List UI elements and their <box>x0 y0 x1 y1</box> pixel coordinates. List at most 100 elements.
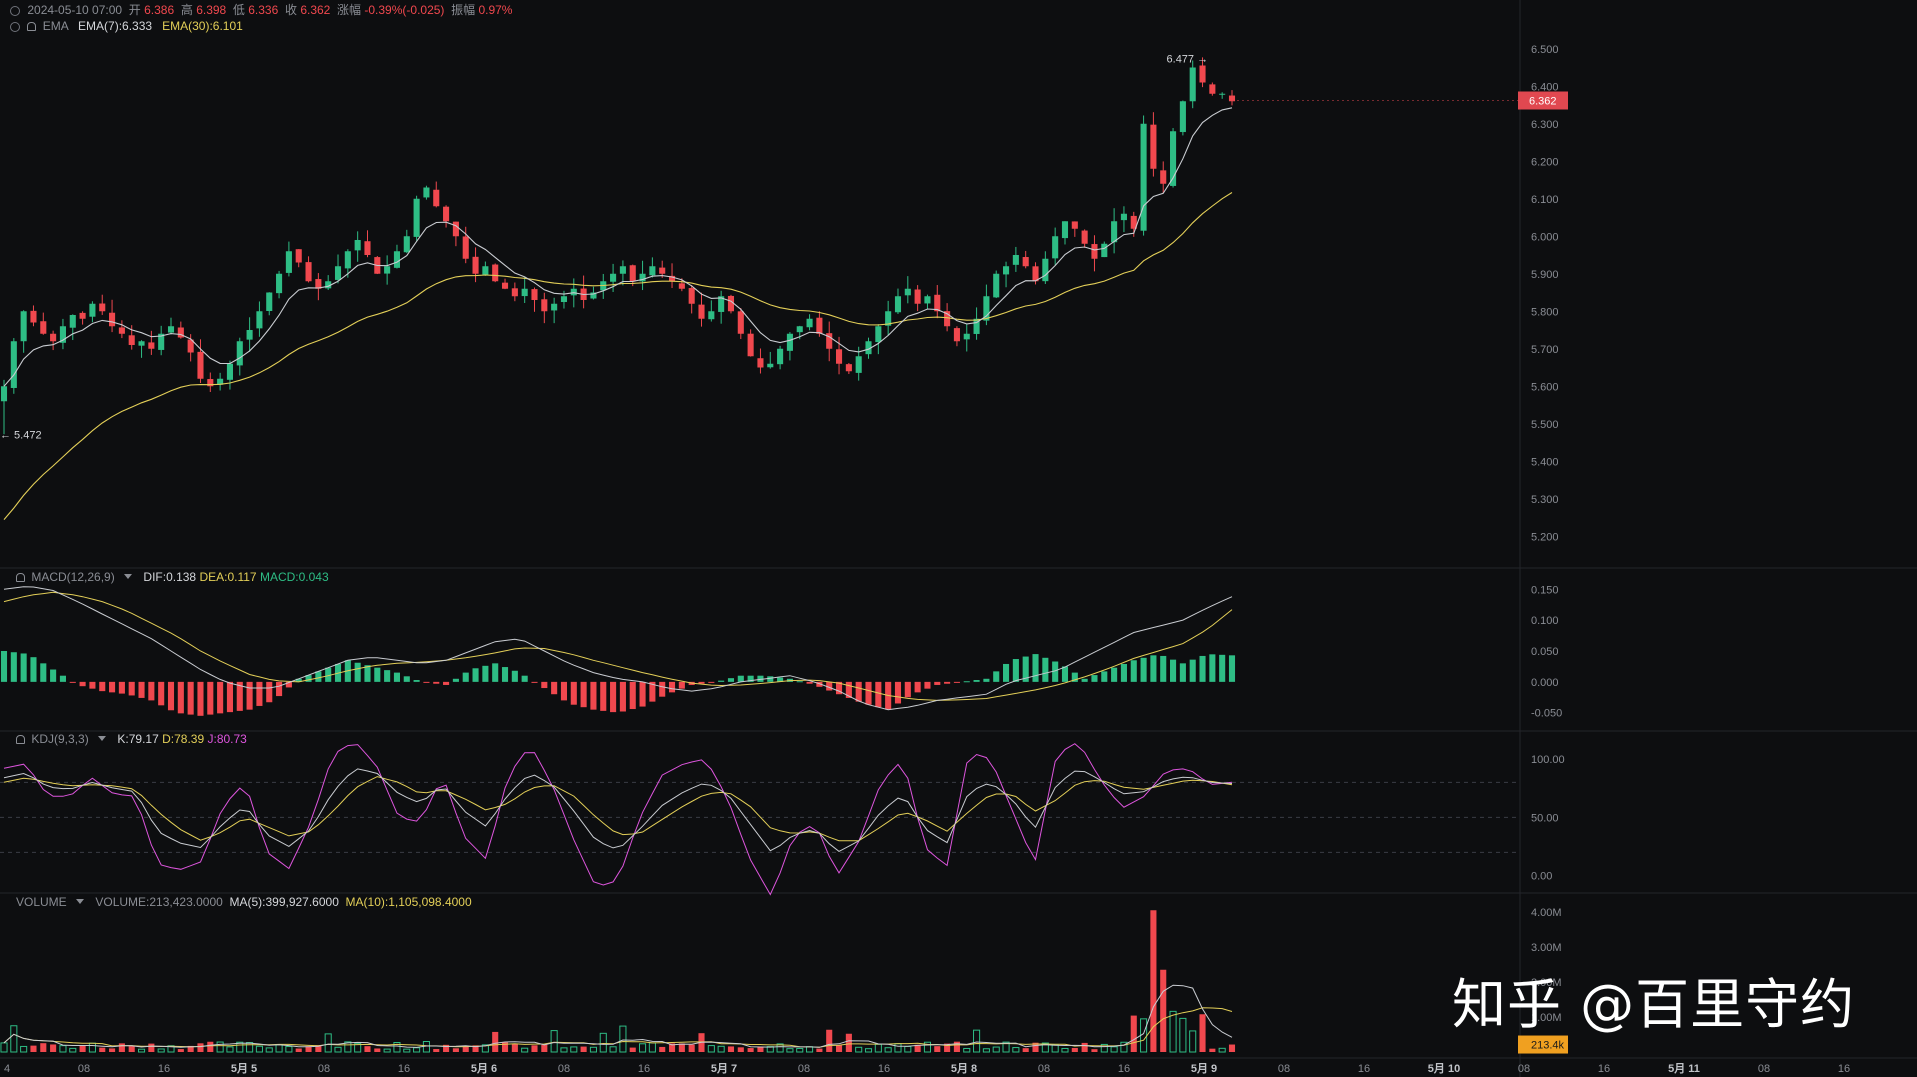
chevron-down-icon[interactable] <box>98 736 107 741</box>
candle-body <box>1209 84 1216 94</box>
macd-axis-tick: 0.100 <box>1531 615 1559 627</box>
macd-bar <box>1150 655 1157 682</box>
macd-bar <box>914 681 921 693</box>
high-label: 高 <box>180 3 193 17</box>
bell-icon[interactable] <box>16 573 25 582</box>
macd-bar <box>894 681 902 704</box>
macd-bar <box>50 669 57 682</box>
bell-icon[interactable] <box>16 735 25 744</box>
low-marker: ← 5.472 <box>0 429 42 441</box>
candle-body <box>560 296 568 303</box>
macd-name[interactable]: MACD(12,26,9) <box>31 570 114 584</box>
candle-body <box>118 327 125 334</box>
volume-bar <box>207 1041 214 1052</box>
macd-bar <box>138 681 145 698</box>
macd-axis-tick: 0.150 <box>1531 584 1559 596</box>
candle-body <box>433 189 440 207</box>
candle-body <box>914 289 921 304</box>
macd-bar <box>668 681 676 693</box>
volume-bar <box>845 1033 852 1052</box>
macd-bar <box>983 678 990 682</box>
change-value: -0.39%(-0.025) <box>364 3 445 17</box>
candle-body <box>1189 67 1196 102</box>
price-axis-tick: 6.100 <box>1531 194 1559 206</box>
ohlc-legend: 2024-05-10 07:00 开 6.386 高 6.398 低 6.336… <box>10 1 512 18</box>
candle-body <box>521 288 528 297</box>
macd-bar <box>1091 675 1098 682</box>
x-axis-tick: 5月 5 <box>231 1062 257 1075</box>
macd-bar <box>560 681 568 701</box>
candle-body <box>413 198 420 237</box>
macd-legend: MACD(12,26,9) DIF:0.138 DEA:0.117 MACD:0… <box>16 570 329 584</box>
volume-bar <box>177 1049 184 1052</box>
candle-body <box>492 264 499 282</box>
macd-bar <box>20 653 27 682</box>
x-axis-tick: 5月 9 <box>1191 1062 1217 1075</box>
volume-ma10: MA(10):1,105,098.4000 <box>345 895 472 909</box>
kdj-name[interactable]: KDJ(9,3,3) <box>31 732 88 746</box>
macd-bar <box>128 681 135 696</box>
candle-body <box>963 333 970 340</box>
macd-bar <box>619 681 626 712</box>
price-axis-tick: 5.900 <box>1531 269 1559 281</box>
volume-bar <box>747 1048 754 1052</box>
price-axis-tick: 6.300 <box>1531 119 1559 131</box>
candle-body <box>1052 236 1059 259</box>
candle-body <box>246 330 253 340</box>
x-axis-tick: 16 <box>638 1063 650 1075</box>
eye-icon[interactable] <box>10 6 20 16</box>
x-axis-tick: 5月 8 <box>951 1062 977 1075</box>
candle-body <box>767 363 774 368</box>
high-marker: 6.477 → <box>1167 53 1209 65</box>
candle-body <box>1150 124 1157 169</box>
macd-bar <box>256 681 263 706</box>
change-label: 涨幅 <box>337 3 362 17</box>
macd-bar <box>904 681 911 698</box>
candle-datetime: 2024-05-10 07:00 <box>27 3 123 17</box>
last-volume-label: 213.4k <box>1531 1040 1565 1052</box>
candle-body <box>993 273 1000 298</box>
macd-bar <box>511 670 518 682</box>
candle-body <box>796 326 803 333</box>
chevron-down-icon[interactable] <box>124 574 133 579</box>
macd-bar <box>1061 666 1069 682</box>
macd-bar <box>678 681 685 689</box>
macd-bar <box>944 681 951 684</box>
kdj-k: K:79.17 <box>117 732 159 746</box>
macd-bar <box>875 681 882 708</box>
volume-bar <box>452 1048 459 1052</box>
candle-body <box>845 364 852 372</box>
macd-bar <box>501 667 509 682</box>
price-axis-tick: 6.000 <box>1531 231 1559 243</box>
macd-bar <box>659 681 666 697</box>
macd-bar <box>413 680 420 682</box>
x-axis-tick: 08 <box>1518 1063 1530 1075</box>
macd-bar <box>158 681 165 706</box>
ema-name[interactable]: EMA <box>43 19 68 33</box>
candle-body <box>50 333 57 342</box>
eye-icon[interactable] <box>10 22 20 32</box>
macd-bar <box>393 672 401 682</box>
candle-body <box>570 288 577 296</box>
x-axis-tick: 16 <box>1118 1063 1130 1075</box>
kdj-j: J:80.73 <box>207 732 247 746</box>
open-label: 开 <box>128 3 141 17</box>
chevron-down-icon[interactable] <box>76 899 85 904</box>
volume-bar <box>1160 969 1167 1052</box>
volume-bar <box>30 1045 37 1052</box>
candle-body <box>99 303 106 312</box>
macd-bar <box>482 665 489 682</box>
candle-body <box>1101 243 1108 258</box>
candle-body <box>226 363 233 380</box>
candle-body <box>924 296 931 304</box>
volume-name[interactable]: VOLUME <box>16 895 67 909</box>
candle-body <box>148 342 155 349</box>
price-axis-tick: 6.500 <box>1531 44 1559 56</box>
x-axis-tick: 16 <box>878 1063 890 1075</box>
close-value: 6.362 <box>300 3 331 17</box>
price-axis-tick: 6.200 <box>1531 156 1559 168</box>
bell-icon[interactable] <box>27 22 37 31</box>
x-axis-tick: 16 <box>1838 1063 1850 1075</box>
price-axis-tick: 5.700 <box>1531 344 1559 356</box>
trading-chart[interactable]: 6.477 → ← 5.472 5.200 5.300 5.400 5.500 5.600… <box>0 0 1917 1077</box>
